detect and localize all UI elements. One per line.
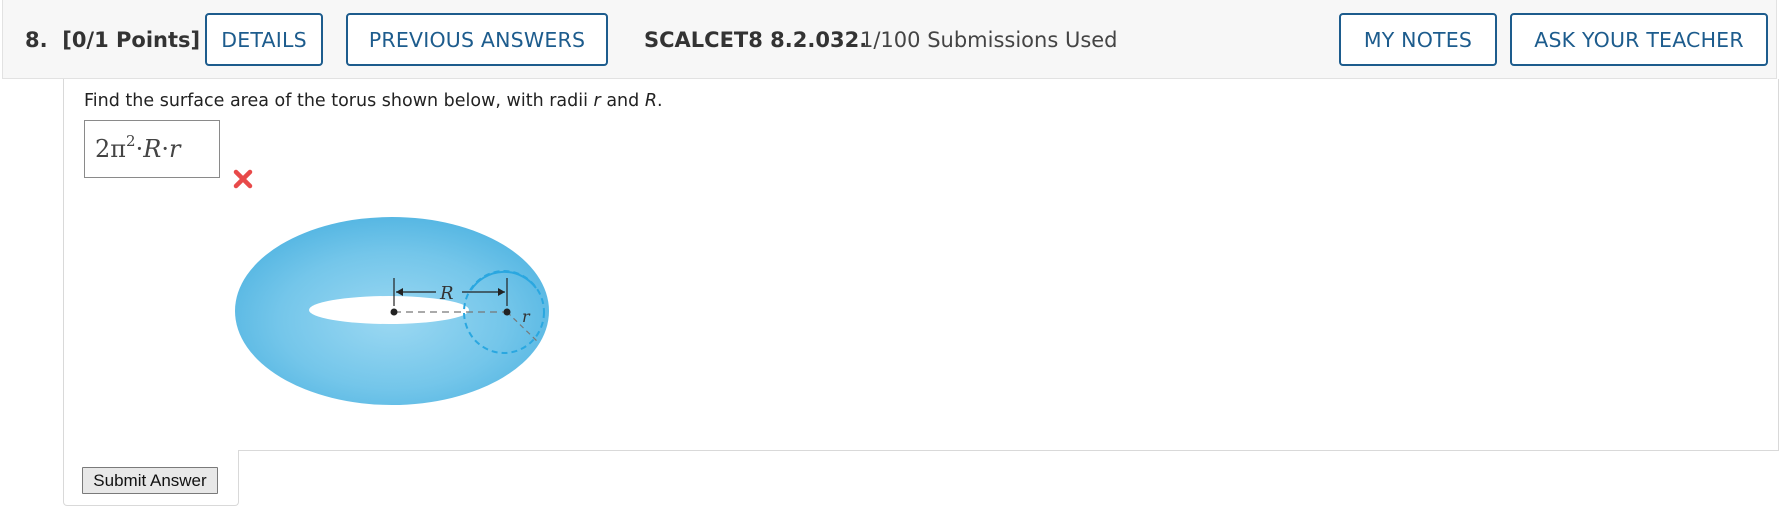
ask-your-teacher-button[interactable]: ASK YOUR TEACHER — [1510, 13, 1768, 66]
submit-answer-button[interactable]: Submit Answer — [82, 467, 218, 494]
tube-center-dot — [503, 308, 511, 316]
answer-value: 2π2·R·r — [95, 132, 181, 163]
answer-input[interactable]: 2π2·R·r — [84, 120, 220, 178]
details-button[interactable]: DETAILS — [205, 13, 323, 66]
points-label: [0/1 Points] — [62, 28, 201, 52]
torus-figure: R r — [235, 217, 549, 405]
close-icon — [233, 169, 253, 189]
problem-reference: SCALCET8 8.2.032. — [644, 28, 868, 52]
question-number: 8. [0/1 Points] — [25, 28, 201, 52]
my-notes-button[interactable]: MY NOTES — [1339, 13, 1497, 66]
question-header: 8. [0/1 Points] DETAILS PREVIOUS ANSWERS… — [2, 0, 1777, 79]
center-dot — [390, 308, 398, 316]
question-prompt: Find the surface area of the torus shown… — [84, 91, 663, 111]
label-R: R — [439, 283, 454, 304]
label-r: r — [522, 307, 531, 326]
previous-answers-button[interactable]: PREVIOUS ANSWERS — [346, 13, 608, 66]
submissions-used: 1/100 Submissions Used — [860, 28, 1118, 52]
